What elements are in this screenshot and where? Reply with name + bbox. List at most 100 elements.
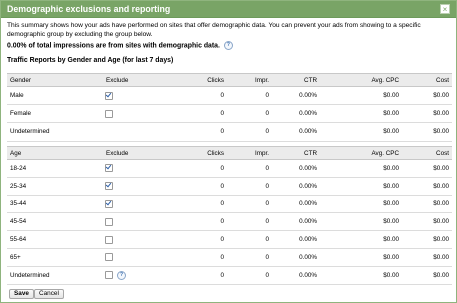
table-row: 45-54 0 0 0.00% $0.00 $0.00 <box>7 212 452 232</box>
dialog-title: Demographic exclusions and reporting <box>7 4 171 14</box>
exclude-checkbox[interactable] <box>105 164 113 173</box>
gender-column-header: Gender <box>7 73 103 87</box>
exclude-checkbox[interactable] <box>105 235 113 244</box>
impressions-value: 0 <box>227 230 272 249</box>
exclude-cell <box>103 195 183 214</box>
ctr-column-header: CTR <box>272 73 320 87</box>
exclude-checkbox[interactable] <box>105 253 113 262</box>
row-label: 45-54 <box>7 212 103 232</box>
exclude-cell <box>103 212 183 232</box>
row-label: Undetermined <box>7 122 103 142</box>
demographic-dialog: Demographic exclusions and reporting × T… <box>0 0 457 303</box>
impressions-value: 0 <box>227 159 272 178</box>
impressions-value: 0 <box>227 177 272 196</box>
cost-value: $0.00 <box>402 104 452 124</box>
avg-cpc-value: $0.00 <box>320 248 402 267</box>
ctr-value: 0.00% <box>272 86 320 106</box>
avg-cpc-value: $0.00 <box>320 104 402 124</box>
ctr-value: 0.00% <box>272 104 320 124</box>
cost-value: $0.00 <box>402 122 452 142</box>
impressions-value: 0 <box>227 104 272 124</box>
impression-share-text: 0.00% of total impressions are from site… <box>7 42 220 50</box>
table-row: Male 0 0 0.00% $0.00 $0.00 <box>7 86 452 106</box>
clicks-value: 0 <box>183 212 227 232</box>
table-row: Undetermined 0 0 0.00% $0.00 $0.00 <box>7 122 452 142</box>
row-label: 35-44 <box>7 195 103 214</box>
exclude-cell <box>103 248 183 267</box>
exclude-cell <box>103 177 183 196</box>
gender-table-body: Male 0 0 0.00% $0.00 $0.00 Female 0 0 0.00% $0.00 $… <box>7 86 452 142</box>
save-button[interactable]: Save <box>9 289 34 299</box>
impressions-value: 0 <box>227 86 272 106</box>
age-table: Age Exclude Clicks Impr. CTR Avg. CPC Co… <box>7 146 452 285</box>
exclude-checkbox[interactable] <box>105 91 113 100</box>
impressions-value: 0 <box>227 266 272 285</box>
table-row: 35-44 0 0 0.00% $0.00 $0.00 <box>7 195 452 214</box>
cost-value: $0.00 <box>402 86 452 106</box>
cost-column-header: Cost <box>402 73 452 87</box>
avg-cpc-value: $0.00 <box>320 159 402 178</box>
impressions-value: 0 <box>227 212 272 232</box>
avg-cpc-value: $0.00 <box>320 266 402 285</box>
avg-cpc-value: $0.00 <box>320 177 402 196</box>
row-label: 65+ <box>7 248 103 267</box>
table-row: Undetermined? 0 0 0.00% $0.00 $0.00 <box>7 266 452 285</box>
table-row: 18-24 0 0 0.00% $0.00 $0.00 <box>7 159 452 178</box>
clicks-value: 0 <box>183 86 227 106</box>
cost-value: $0.00 <box>402 212 452 232</box>
help-icon[interactable]: ? <box>117 270 126 280</box>
exclude-cell <box>103 159 183 178</box>
avg-cpc-value: $0.00 <box>320 230 402 249</box>
row-label: Undetermined <box>7 266 103 285</box>
close-icon[interactable]: × <box>440 4 450 14</box>
clicks-value: 0 <box>183 104 227 124</box>
cost-value: $0.00 <box>402 248 452 267</box>
ctr-value: 0.00% <box>272 212 320 232</box>
ctr-value: 0.00% <box>272 177 320 196</box>
dialog-description: This summary shows how your ads have per… <box>7 22 421 38</box>
cpc-column-header: Avg. CPC <box>320 146 402 160</box>
gender-header-row: Gender Exclude Clicks Impr. CTR Avg. CPC… <box>7 73 452 87</box>
cost-value: $0.00 <box>402 159 452 178</box>
row-label: 18-24 <box>7 159 103 178</box>
impr-column-header: Impr. <box>227 73 272 87</box>
clicks-column-header: Clicks <box>183 73 227 87</box>
cost-value: $0.00 <box>402 230 452 249</box>
age-column-header: Age <box>7 146 103 160</box>
ctr-value: 0.00% <box>272 195 320 214</box>
impressions-value: 0 <box>227 248 272 267</box>
cancel-button[interactable]: Cancel <box>34 289 64 299</box>
row-label: Male <box>7 86 103 106</box>
help-icon[interactable]: ? <box>223 41 233 50</box>
clicks-value: 0 <box>183 266 227 285</box>
ctr-value: 0.00% <box>272 122 320 142</box>
exclude-cell <box>103 230 183 249</box>
clicks-value: 0 <box>183 177 227 196</box>
exclude-checkbox[interactable] <box>105 109 113 118</box>
impr-column-header: Impr. <box>227 146 272 160</box>
impression-share-row: 0.00% of total impressions are from site… <box>7 41 233 50</box>
age-header-row: Age Exclude Clicks Impr. CTR Avg. CPC Co… <box>7 146 452 160</box>
cost-value: $0.00 <box>402 195 452 214</box>
cost-value: $0.00 <box>402 177 452 196</box>
clicks-value: 0 <box>183 122 227 142</box>
exclude-column-header: Exclude <box>103 146 183 160</box>
exclude-cell <box>103 122 183 142</box>
table-row: Female 0 0 0.00% $0.00 $0.00 <box>7 104 452 124</box>
exclude-cell: ? <box>103 266 183 285</box>
impressions-value: 0 <box>227 195 272 214</box>
exclude-checkbox[interactable] <box>105 182 113 191</box>
clicks-value: 0 <box>183 159 227 178</box>
exclude-checkbox[interactable] <box>105 199 113 208</box>
ctr-column-header: CTR <box>272 146 320 160</box>
clicks-column-header: Clicks <box>183 146 227 160</box>
clicks-value: 0 <box>183 230 227 249</box>
clicks-value: 0 <box>183 195 227 214</box>
age-table-body: 18-24 0 0 0.00% $0.00 $0.00 25-34 0 0 0.00% $0.00 $… <box>7 159 452 285</box>
exclude-checkbox[interactable] <box>105 271 113 280</box>
cost-column-header: Cost <box>402 146 452 160</box>
row-label: 55-64 <box>7 230 103 249</box>
exclude-cell <box>103 104 183 124</box>
exclude-checkbox[interactable] <box>105 217 113 226</box>
gender-table: Gender Exclude Clicks Impr. CTR Avg. CPC… <box>7 73 452 142</box>
